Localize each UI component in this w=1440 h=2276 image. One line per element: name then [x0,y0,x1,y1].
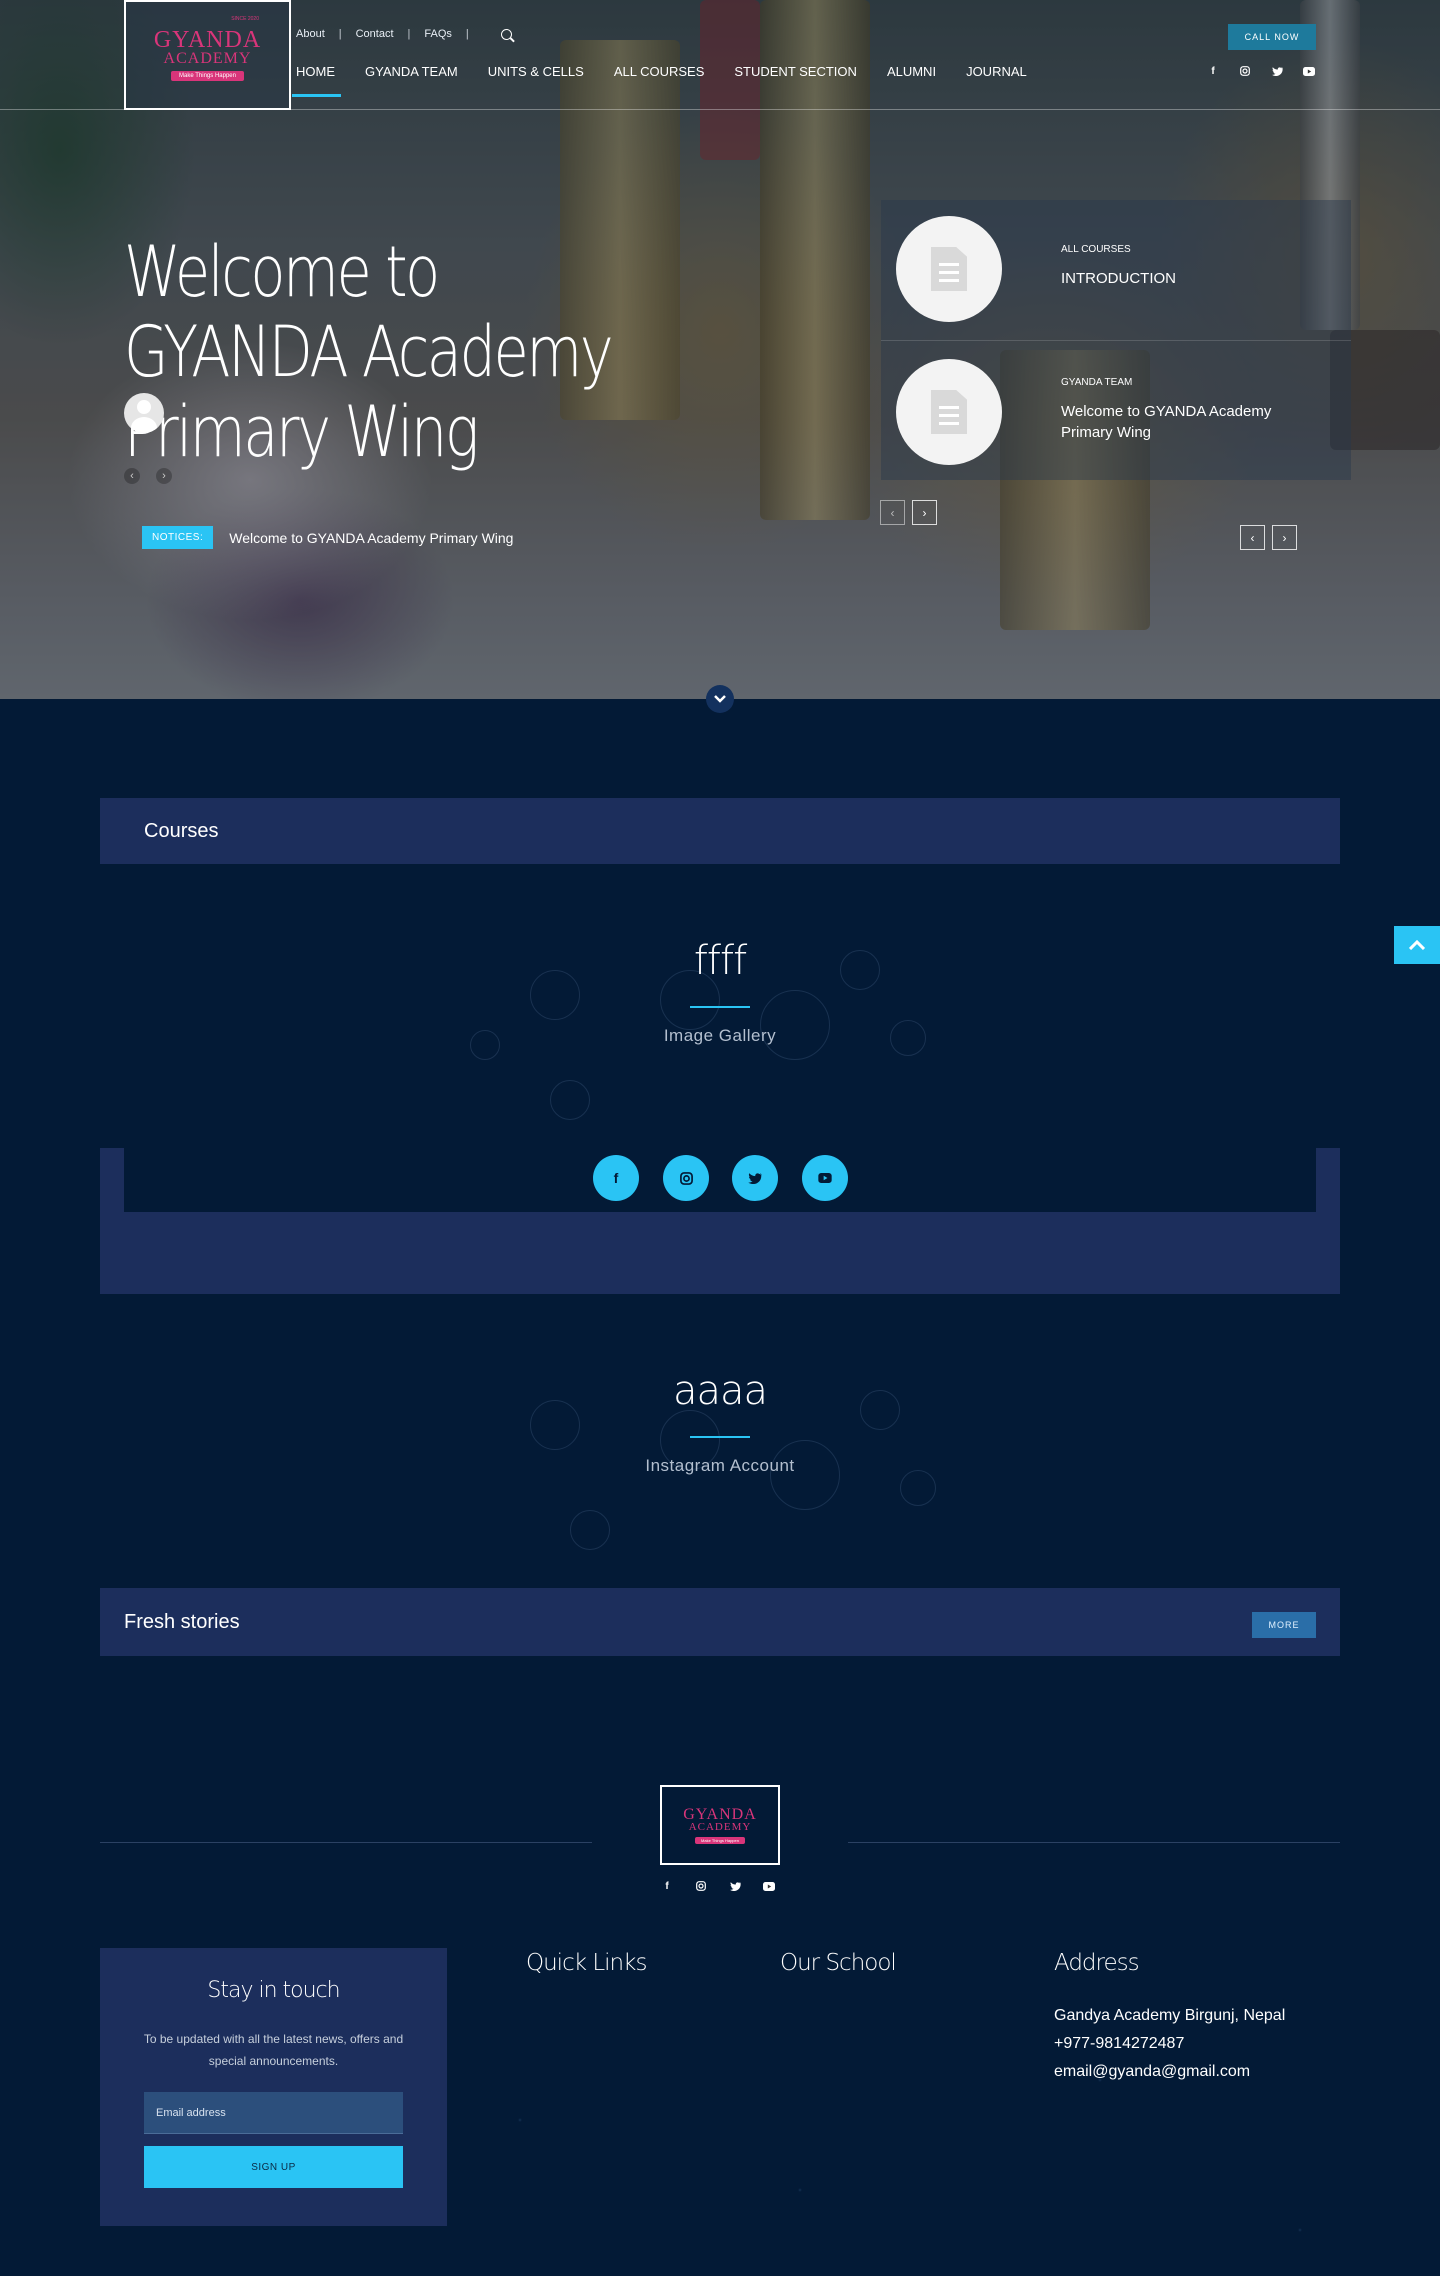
logo-since: SINCE 2020 [231,16,259,22]
featured-panel: ALL COURSES INTRODUCTION GYANDA TEAM Wel… [881,200,1351,480]
hero-next-icon[interactable]: › [156,468,172,484]
notices-ticker: NOTICES: Welcome to GYANDA Academy Prima… [142,526,513,549]
sign-up-button[interactable]: SIGN UP [144,2146,403,2188]
quick-links-title: Quick Links [526,1950,647,1976]
header-social: f [1206,64,1316,78]
address-title: Address [1054,1950,1140,1976]
gallery-panel [100,1148,1340,1294]
courses-bar: Courses [100,798,1340,864]
main-nav: HOME GYANDA TEAM UNITS & CELLS ALL COURS… [292,64,1057,97]
youtube-icon[interactable] [802,1155,848,1201]
phone-line[interactable]: +977-9814272487 [1054,2035,1184,2053]
newsletter-title: Stay in touch [207,1978,340,2003]
email-field[interactable] [144,2092,403,2134]
separator: | [338,28,342,40]
featured-item[interactable]: GYANDA TEAM Welcome to GYANDA Academy Pr… [881,340,1351,480]
our-school-title: Our School [780,1950,897,1976]
top-links: About | Contact | FAQs | [296,28,512,40]
nav-item-all-courses[interactable]: ALL COURSES [614,64,705,97]
logo-sub: ACADEMY [163,50,252,67]
facebook-icon[interactable]: f [660,1879,674,1893]
hero-section: SINCE 2020 GYANDA ACADEMY Make Things Ha… [0,0,1440,699]
social-strip [124,1148,1316,1212]
instagram-subtitle: Instagram Account [645,1456,795,1475]
top-link-about[interactable]: About [296,28,325,40]
nav-item-journal[interactable]: JOURNAL [966,64,1027,97]
notices-badge: NOTICES: [142,526,214,549]
featured-category[interactable]: ALL COURSES [1061,244,1131,255]
panel-prev-icon[interactable]: ‹ [880,500,905,525]
call-now-button[interactable]: CALL NOW [1228,24,1316,50]
footer-logo[interactable]: GYANDA ACADEMY Make Things Happen [660,1785,780,1865]
email-line[interactable]: email@gyanda@gmail.com [1054,2063,1250,2081]
site-logo[interactable]: SINCE 2020 GYANDA ACADEMY Make Things Ha… [124,0,291,110]
instagram-icon[interactable] [663,1155,709,1201]
divider [100,1842,592,1843]
twitter-icon[interactable] [732,1155,778,1201]
author-avatar[interactable] [124,393,164,433]
address-line: Gandya Academy Birgunj, Nepal [1054,2007,1286,2024]
newsletter-box: Stay in touch To be updated with all the… [100,1948,447,2226]
notices-next-icon[interactable]: › [1272,525,1297,550]
featured-title[interactable]: INTRODUCTION [1061,268,1311,289]
more-button[interactable]: MORE [1252,1612,1316,1638]
facebook-icon[interactable]: f [593,1155,639,1201]
top-link-faqs[interactable]: FAQs [424,28,452,40]
document-icon [896,216,1002,322]
featured-item[interactable]: ALL COURSES INTRODUCTION [881,200,1351,340]
youtube-icon[interactable] [1302,64,1316,78]
featured-category[interactable]: GYANDA TEAM [1061,377,1132,388]
logo-sub: ACADEMY [688,1820,752,1833]
logo-main: GYANDA [153,27,262,53]
logo-tagline: Make Things Happen [695,1836,745,1844]
instagram-title: aaaa [672,1368,768,1414]
panel-next-icon[interactable]: › [912,500,937,525]
notices-text[interactable]: Welcome to GYANDA Academy Primary Wing [229,530,513,546]
document-icon [896,359,1002,465]
newsletter-text: To be updated with all the latest news, … [143,2032,404,2068]
hero-slider-arrows: ‹ › [124,468,172,484]
facebook-icon[interactable]: f [1206,64,1220,78]
scroll-down-icon[interactable] [706,685,734,713]
twitter-icon[interactable] [728,1879,742,1893]
nav-item-gyanda-team[interactable]: GYANDA TEAM [365,64,458,97]
nav-item-home[interactable]: HOME [292,64,341,97]
gallery-title: ffff [693,938,747,984]
nav-item-units-cells[interactable]: UNITS & CELLS [488,64,584,97]
separator: | [465,28,469,40]
search-icon[interactable] [500,28,512,40]
divider [848,1842,1340,1843]
logo-tagline: Make Things Happen [171,71,244,81]
separator: | [407,28,411,40]
fresh-stories-title: Fresh stories [124,1611,240,1633]
footer-social: f [660,1879,776,1893]
featured-title[interactable]: Welcome to GYANDA Academy Primary Wing [1061,401,1311,443]
top-link-contact[interactable]: Contact [356,28,394,40]
hero-title[interactable]: Welcome to GYANDA Academy Primary Wing [124,232,616,472]
hero-prev-icon[interactable]: ‹ [124,468,140,484]
twitter-icon[interactable] [1270,64,1284,78]
youtube-icon[interactable] [762,1879,776,1893]
instagram-icon[interactable] [1238,64,1252,78]
instagram-icon[interactable] [694,1879,708,1893]
courses-title: Courses [144,820,219,842]
nav-item-alumni[interactable]: ALUMNI [887,64,936,97]
nav-item-student-section[interactable]: STUDENT SECTION [734,64,857,97]
fresh-stories-bar: Fresh stories [100,1588,1340,1656]
title-underline [690,1436,750,1438]
gallery-subtitle: Image Gallery [663,1026,777,1045]
logo-main: GYANDA [683,1805,757,1823]
notices-prev-icon[interactable]: ‹ [1240,525,1265,550]
title-underline [690,1006,750,1008]
